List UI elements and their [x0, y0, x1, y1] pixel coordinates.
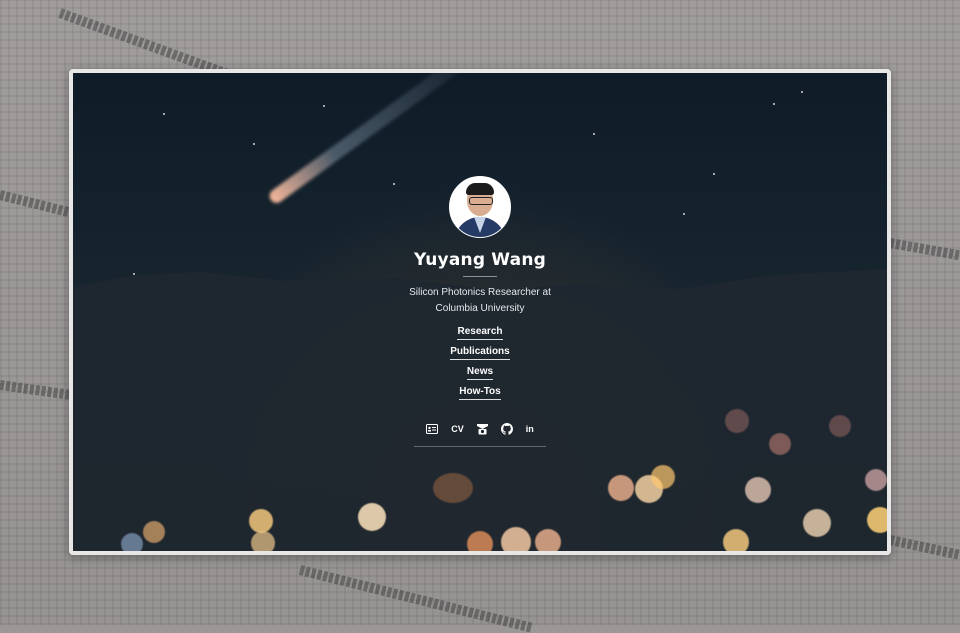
- pattern-strip: [298, 565, 535, 633]
- bokeh-light: [865, 469, 887, 491]
- bokeh-light: [867, 507, 887, 533]
- browser-window: Yuyang Wang Silicon Photonics Researcher…: [69, 69, 891, 555]
- star: [713, 173, 715, 175]
- pattern-strip: [889, 238, 960, 261]
- linkedin-icon[interactable]: in: [526, 422, 534, 436]
- subtitle-line-2: Columbia University: [435, 303, 525, 314]
- nav-link-publications[interactable]: Publications: [450, 346, 510, 360]
- avatar-hair: [466, 183, 494, 195]
- bokeh-light: [723, 529, 749, 551]
- social-links: CV in: [426, 422, 534, 436]
- profile-section: Yuyang Wang Silicon Photonics Researcher…: [73, 176, 887, 447]
- bokeh-light: [745, 477, 771, 503]
- star: [253, 143, 255, 145]
- bokeh-light: [803, 509, 831, 537]
- star: [323, 105, 325, 107]
- page-title: Yuyang Wang: [413, 250, 546, 270]
- github-icon[interactable]: [500, 422, 513, 436]
- subtitle-line-1: Silicon Photonics Researcher at: [409, 287, 551, 298]
- bokeh-light: [433, 473, 473, 503]
- bokeh-light: [608, 475, 634, 501]
- avatar[interactable]: [449, 176, 511, 238]
- bokeh-light: [501, 527, 531, 551]
- nav-link-news[interactable]: News: [466, 366, 494, 380]
- bokeh-light: [651, 465, 675, 489]
- cv-link[interactable]: CV: [451, 422, 464, 436]
- bokeh-light: [143, 521, 165, 543]
- bokeh-light: [251, 531, 275, 551]
- id-card-icon[interactable]: [426, 422, 439, 436]
- main-nav: Research Publications News How-Tos: [450, 326, 510, 400]
- pattern-strip: [0, 380, 71, 400]
- star: [773, 103, 775, 105]
- avatar-glasses: [469, 197, 493, 205]
- footer-divider: [414, 446, 546, 447]
- star: [163, 113, 165, 115]
- nav-link-how-tos[interactable]: How-Tos: [459, 386, 501, 400]
- subtitle: Silicon Photonics Researcher at Columbia…: [395, 285, 565, 317]
- bokeh-light: [535, 529, 561, 551]
- bokeh-light: [121, 533, 143, 551]
- pattern-strip: [888, 535, 960, 560]
- star: [593, 133, 595, 135]
- bokeh-light: [358, 503, 386, 531]
- star: [801, 91, 803, 93]
- nav-link-research[interactable]: Research: [457, 326, 503, 340]
- bokeh-light: [467, 531, 493, 551]
- pattern-strip: [0, 190, 70, 217]
- scholar-icon[interactable]: [476, 422, 488, 436]
- bokeh-light: [249, 509, 273, 533]
- title-divider: [463, 276, 497, 277]
